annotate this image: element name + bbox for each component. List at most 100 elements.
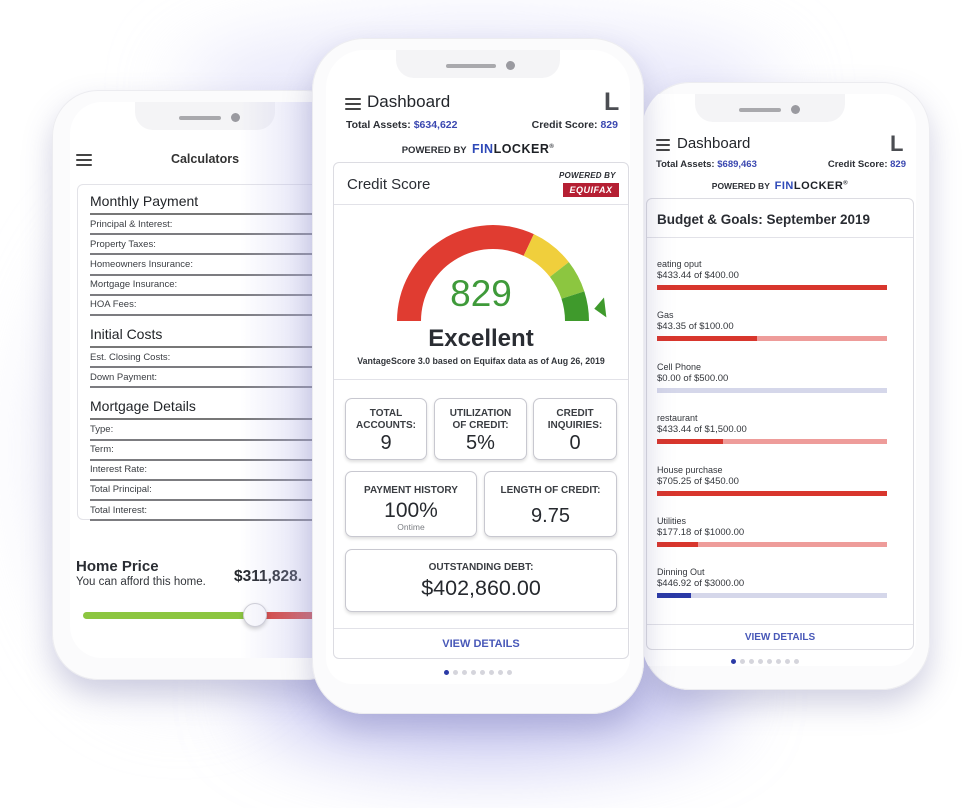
stat-length-of-credit: LENGTH OF CREDIT: 9.75 — [484, 471, 617, 537]
budget-item[interactable]: eating oput $433.44 of $400.00 — [657, 259, 887, 290]
home-price-slider[interactable] — [83, 603, 352, 627]
page-dot[interactable] — [444, 670, 449, 675]
phone-credit-score: Dashboard L Total Assets: $634,622 Credi… — [312, 38, 644, 714]
budget-bar-fill — [657, 542, 698, 547]
phone-calculators: Calculators Monthly Payment $2,333.51 Pr… — [52, 90, 352, 680]
budget-progress-bar — [657, 593, 887, 598]
avatar[interactable]: L — [890, 131, 903, 157]
camera-icon — [231, 113, 240, 122]
budget-bar-fill — [657, 593, 692, 598]
powered-by-finlocker: POWERED BY FINLOCKER® — [644, 180, 916, 192]
view-details-button[interactable]: VIEW DETAILS — [334, 638, 628, 650]
budget-item-name: Utilities — [657, 516, 687, 526]
page-dot[interactable] — [462, 670, 467, 675]
calc-row-label: Property Taxes: — [90, 238, 156, 250]
stat-label: UTILIZATION — [449, 408, 512, 419]
budget-item-name: House purchase — [657, 465, 723, 475]
view-details-button[interactable]: VIEW DETAILS — [647, 632, 913, 643]
section-label: Initial Costs — [90, 325, 163, 342]
budget-item[interactable]: House purchase $705.25 of $450.00 — [657, 465, 887, 496]
budget-bar-fill — [657, 491, 887, 496]
home-price-title: Home Price — [76, 558, 159, 575]
speaker-icon — [179, 116, 221, 120]
page-indicator — [326, 670, 630, 676]
section-label: Monthly Payment — [90, 193, 199, 209]
credit-score-note: VantageScore 3.0 based on Equifax data a… — [357, 356, 605, 366]
total-assets: Total Assets: $689,463 — [656, 159, 757, 170]
divider — [647, 237, 913, 238]
credit-score-summary: Credit Score: 829 — [828, 159, 906, 170]
budget-item[interactable]: restaurant $433.44 of $1,500.00 — [657, 413, 887, 444]
budget-bar-track — [657, 388, 887, 393]
budget-goals-card: Budget & Goals: September 2019 eating op… — [646, 198, 914, 650]
page-dot[interactable] — [480, 670, 485, 675]
slider-track-affordable — [83, 612, 255, 619]
stat-label: LENGTH OF CREDIT: — [500, 485, 601, 496]
calc-row-label: Type: — [90, 423, 114, 435]
page-dot[interactable] — [749, 659, 754, 664]
stat-label: OUTSTANDING DEBT: — [428, 562, 534, 573]
budget-item[interactable]: Dinning Out $446.92 of $3000.00 — [657, 567, 887, 598]
camera-icon — [791, 105, 800, 114]
stat-label: ACCOUNTS: — [356, 420, 416, 431]
slider-thumb[interactable] — [242, 603, 267, 627]
budget-item-name: eating oput — [657, 259, 702, 269]
calculators-header: Calculators — [70, 150, 340, 174]
speaker-icon — [446, 64, 496, 68]
page-dot[interactable] — [507, 670, 512, 675]
page-dot[interactable] — [453, 670, 458, 675]
total-assets: Total Assets: $634,622 — [346, 119, 457, 131]
budget-item[interactable]: Gas $43.35 of $100.00 — [657, 310, 887, 341]
credit-score-summary: Credit Score: 829 — [532, 119, 618, 131]
credit-score-card: Credit Score POWERED BY EQUIFAX 829 Exce… — [333, 162, 629, 659]
home-price-value: $311,828. — [234, 568, 303, 585]
divider — [647, 624, 913, 625]
calc-row-label: Total Principal: — [90, 484, 152, 496]
stat-value: 9.75 — [531, 505, 570, 527]
stat-value: 100% — [384, 499, 438, 522]
page-dot[interactable] — [785, 659, 790, 664]
budget-screen: Dashboard L Total Assets: $689,463 Credi… — [644, 94, 916, 666]
budget-item[interactable]: Cell Phone $0.00 of $500.00 — [657, 362, 887, 393]
calc-row-label: Interest Rate: — [90, 464, 148, 476]
avatar[interactable]: L — [604, 88, 619, 117]
calc-row-label: Down Payment: — [90, 371, 158, 383]
stat-value: $402,860.00 — [421, 576, 541, 600]
page-title: Dashboard — [677, 135, 751, 152]
budget-item-amount: $433.44 of $1,500.00 — [657, 424, 747, 435]
page-dot[interactable] — [794, 659, 799, 664]
calc-row-label: Mortgage Insurance: — [90, 279, 178, 291]
budget-progress-bar — [657, 491, 887, 496]
page-dot[interactable] — [740, 659, 745, 664]
budget-item[interactable]: Utilities $177.18 of $1000.00 — [657, 516, 887, 547]
budget-bar-fill — [657, 439, 724, 444]
stat-label: CREDIT — [556, 408, 594, 419]
credit-score-label: Credit Score: — [827, 159, 888, 170]
equifax-powered-label: POWERED BY — [559, 171, 616, 180]
page-dot[interactable] — [498, 670, 503, 675]
budget-bar-fill — [657, 336, 757, 341]
divider — [334, 628, 628, 629]
camera-icon — [506, 61, 515, 70]
stat-label: INQUIRIES: — [547, 420, 603, 431]
page-dot[interactable] — [489, 670, 494, 675]
stat-label: TOTAL — [369, 408, 403, 419]
phone-budget: Dashboard L Total Assets: $689,463 Credi… — [642, 82, 930, 690]
calc-row-label: Term: — [90, 444, 114, 456]
page-dot[interactable] — [731, 659, 736, 664]
page-dot[interactable] — [767, 659, 772, 664]
equifax-logo: EQUIFAX — [563, 183, 619, 197]
home-price-subtitle: You can afford this home. — [76, 576, 206, 588]
stat-label: OF CREDIT: — [452, 420, 509, 431]
calc-row-label: HOA Fees: — [90, 299, 137, 311]
budget-bar-fill — [657, 285, 887, 290]
stat-total-accounts: TOTAL ACCOUNTS: 9 — [345, 398, 427, 460]
page-dot[interactable] — [758, 659, 763, 664]
budget-item-amount: $177.18 of $1000.00 — [657, 527, 745, 538]
hamburger-icon[interactable] — [345, 98, 361, 110]
page-dot[interactable] — [776, 659, 781, 664]
calc-row-label: Principal & Interest: — [90, 218, 173, 230]
page-dot[interactable] — [471, 670, 476, 675]
phone-notch — [396, 50, 560, 78]
hamburger-icon[interactable] — [656, 139, 670, 151]
